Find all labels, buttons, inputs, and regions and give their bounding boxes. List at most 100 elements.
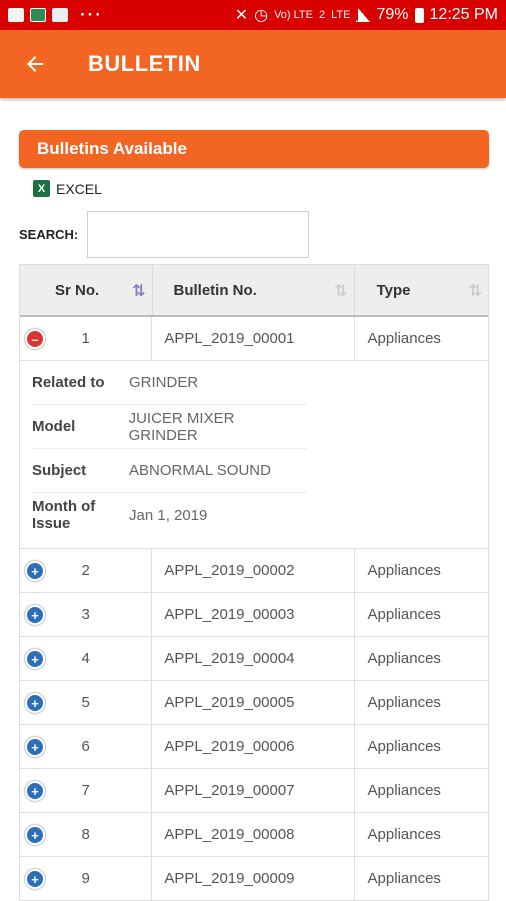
cell-type: Appliances	[367, 330, 441, 347]
cell-type: Appliances	[367, 650, 441, 667]
sr-value: 3	[81, 606, 90, 623]
expand-icon[interactable]: +	[25, 693, 45, 713]
cell-bulletin-no: APPL_2019_00006	[152, 725, 355, 768]
cell-bulletin-no: APPL_2019_00008	[152, 813, 355, 856]
expand-icon[interactable]: +	[25, 869, 45, 889]
cell-type: Appliances	[367, 870, 441, 887]
table-header: Sr No. ⇅ Bulletin No. ⇅ Type ⇅	[20, 265, 488, 317]
detail-value: GRINDER	[129, 374, 199, 391]
bulletin-table: Sr No. ⇅ Bulletin No. ⇅ Type ⇅ – 1 APPL_…	[19, 264, 489, 901]
detail-key: Subject	[32, 462, 87, 479]
header-sr-no[interactable]: Sr No. ⇅	[20, 265, 153, 315]
cell-sr-no: +3	[20, 593, 153, 636]
detail-model: Model JUICER MIXER GRINDER	[32, 405, 307, 449]
app-notification-icon	[30, 8, 46, 22]
cell-type: Appliances	[367, 694, 441, 711]
header-type[interactable]: Type ⇅	[355, 265, 488, 315]
detail-key: Related to	[32, 374, 105, 391]
header-label: Bulletin No.	[173, 281, 257, 299]
cell-bulletin-no: APPL_2019_00001	[152, 317, 355, 360]
battery-percent: 79%	[376, 6, 409, 23]
header-label: Sr No.	[55, 281, 100, 299]
cell-sr-no: +2	[20, 549, 153, 592]
detail-value: JUICER MIXER GRINDER	[128, 409, 235, 444]
cell-type: Appliances	[367, 782, 441, 799]
clock: 12:25 PM	[429, 6, 498, 23]
cell-type: Appliances	[367, 738, 441, 755]
expand-icon[interactable]: +	[25, 781, 45, 801]
detail-value: ABNORMAL SOUND	[129, 462, 271, 479]
cell-bulletin-no: APPL_2019_00003	[152, 593, 355, 636]
sr-value: 4	[81, 650, 90, 667]
expand-icon[interactable]: +	[25, 825, 45, 845]
mail-icon	[52, 8, 68, 22]
sr-value: 2	[81, 562, 90, 579]
mute-icon: ✕	[234, 7, 249, 24]
table-body: +2 APPL_2019_00002 Appliances +3 APPL_2019_0…	[20, 549, 488, 901]
table-row[interactable]: +6 APPL_2019_00006 Appliances	[20, 725, 488, 769]
detail-month-of-issue: Month of Issue Jan 1, 2019	[32, 493, 307, 537]
collapse-icon[interactable]: –	[25, 329, 45, 349]
cell-type: Appliances	[367, 826, 441, 843]
signal-icon	[356, 8, 371, 22]
cell-bulletin-no: APPL_2019_00002	[152, 549, 355, 592]
status-bar: ··· ✕ ◷ Vo) LTE 2 LTE 79% 12:25 PM	[0, 0, 506, 30]
table-row[interactable]: +5 APPL_2019_00005 Appliances	[20, 681, 488, 725]
table-row[interactable]: +8 APPL_2019_00008 Appliances	[20, 813, 488, 857]
detail-related-to: Related to GRINDER	[32, 361, 307, 405]
sr-value: 1	[81, 330, 90, 347]
cell-type: Appliances	[367, 606, 441, 623]
cell-sr-no: +5	[20, 681, 153, 724]
table-row[interactable]: +3 APPL_2019_00003 Appliances	[20, 593, 488, 637]
table-row[interactable]: +7 APPL_2019_00007 Appliances	[20, 769, 488, 813]
sr-value: 6	[81, 738, 90, 755]
search-label: SEARCH:	[19, 227, 79, 242]
cell-bulletin-no: APPL_2019_00007	[152, 769, 355, 812]
cell-bulletin-no: APPL_2019_00004	[152, 637, 355, 680]
sr-value: 9	[81, 870, 90, 887]
header-bulletin-no[interactable]: Bulletin No. ⇅	[153, 265, 355, 315]
header-label: Type	[376, 281, 411, 299]
table-row[interactable]: +9 APPL_2019_00009 Appliances	[20, 857, 488, 901]
more-notifications-icon: ···	[80, 5, 103, 24]
search-bar: SEARCH:	[19, 211, 309, 258]
sort-asc-icon: ⇅	[132, 283, 146, 300]
cell-type: Appliances	[367, 562, 441, 579]
cell-bulletin-no: APPL_2019_00005	[152, 681, 355, 724]
panel-heading: Bulletins Available	[19, 130, 489, 168]
cell-sr-no: – 1	[20, 317, 153, 360]
cell-sr-no: +6	[20, 725, 153, 768]
table-row-expanded[interactable]: – 1 APPL_2019_00001 Appliances	[20, 317, 488, 361]
arrow-left-icon	[27, 56, 43, 72]
cell-sr-no: +7	[20, 769, 153, 812]
excel-label: EXCEL	[56, 180, 102, 197]
sr-value: 5	[81, 694, 90, 711]
expand-icon[interactable]: +	[25, 737, 45, 757]
back-button[interactable]	[0, 30, 70, 98]
table-row[interactable]: +2 APPL_2019_00002 Appliances	[20, 549, 488, 593]
sort-icon: ⇅	[334, 283, 348, 300]
table-row[interactable]: +4 APPL_2019_00004 Appliances	[20, 637, 488, 681]
sim-indicator: 2	[319, 9, 326, 21]
alarm-icon: ◷	[254, 7, 269, 24]
detail-subject: Subject ABNORMAL SOUND	[32, 449, 307, 493]
gallery-icon	[8, 8, 24, 22]
expand-icon[interactable]: +	[25, 605, 45, 625]
sr-value: 7	[81, 782, 90, 799]
detail-key: Month of Issue	[32, 498, 96, 532]
expand-icon[interactable]: +	[25, 649, 45, 669]
cell-sr-no: +8	[20, 813, 153, 856]
volte-indicator: Vo) LTE	[274, 9, 313, 21]
excel-export-button[interactable]: X EXCEL	[33, 180, 102, 197]
cell-sr-no: +4	[20, 637, 153, 680]
detail-key: Model	[32, 418, 76, 435]
battery-icon	[414, 7, 424, 23]
excel-icon: X	[33, 180, 50, 197]
expand-icon[interactable]: +	[25, 561, 45, 581]
sr-value: 8	[81, 826, 90, 843]
search-input[interactable]	[87, 211, 309, 258]
lte-indicator: LTE	[331, 9, 351, 21]
cell-sr-no: +9	[20, 857, 153, 900]
page-title: BULLETIN	[88, 51, 201, 76]
app-bar: BULLETIN	[0, 30, 506, 98]
